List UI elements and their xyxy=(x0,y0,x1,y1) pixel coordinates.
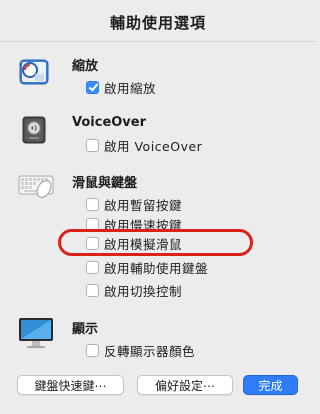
enable-switch-control-label: 啟用切換控制 xyxy=(104,283,183,299)
enable-switch-control-checkbox-row[interactable]: 啟用切換控制 xyxy=(86,282,183,299)
enable-accessibility-keyboard-label: 啟用輔助使用鍵盤 xyxy=(104,260,209,276)
mouse-keys-highlight-ring xyxy=(58,229,253,256)
enable-zoom-checkbox-row[interactable]: 啟用縮放 xyxy=(86,79,157,96)
accessibility-options-dialog: 輔助使用選項 縮放 啟用縮放 VoiceOver 啟用 VoiceOver 滑鼠… xyxy=(0,0,316,414)
enable-accessibility-keyboard-checkbox-row[interactable]: 啟用輔助使用鍵盤 xyxy=(86,259,209,276)
enable-voiceover-checkbox-row[interactable]: 啟用 VoiceOver xyxy=(86,137,203,154)
preferences-button[interactable]: 偏好設定⋯ xyxy=(137,375,233,395)
enable-sticky-keys-checkbox-row[interactable]: 啟用暫留按鍵 xyxy=(86,196,183,213)
keyboard-mouse-icon xyxy=(18,170,54,202)
enable-voiceover-checkbox[interactable] xyxy=(86,138,99,152)
display-icon xyxy=(18,316,54,348)
enable-switch-control-checkbox[interactable] xyxy=(86,283,99,297)
zoom-section-title: 縮放 xyxy=(72,59,99,74)
dialog-title: 輔助使用選項 xyxy=(109,14,206,32)
enable-voiceover-label: 啟用 VoiceOver xyxy=(104,138,203,154)
invert-display-colors-checkbox-row[interactable]: 反轉顯示器顏色 xyxy=(86,342,196,359)
title-divider xyxy=(0,41,316,42)
enable-sticky-keys-label: 啟用暫留按鍵 xyxy=(104,197,183,213)
done-button[interactable]: 完成 xyxy=(243,375,298,395)
enable-accessibility-keyboard-checkbox[interactable] xyxy=(86,260,99,274)
zoom-icon xyxy=(18,56,50,88)
display-section-title: 顯示 xyxy=(72,322,99,337)
keyboard-shortcuts-button[interactable]: 鍵盤快速鍵⋯ xyxy=(17,375,124,395)
enable-sticky-keys-checkbox[interactable] xyxy=(86,197,99,211)
enable-zoom-checkbox[interactable] xyxy=(86,80,99,94)
invert-display-colors-label: 反轉顯示器顏色 xyxy=(104,343,196,359)
voiceover-icon xyxy=(18,114,50,146)
invert-display-colors-checkbox[interactable] xyxy=(86,343,99,357)
enable-zoom-label: 啟用縮放 xyxy=(104,80,157,96)
voiceover-section-title: VoiceOver xyxy=(72,115,147,130)
mouse-keyboard-section-title: 滑鼠與鍵盤 xyxy=(72,176,138,191)
